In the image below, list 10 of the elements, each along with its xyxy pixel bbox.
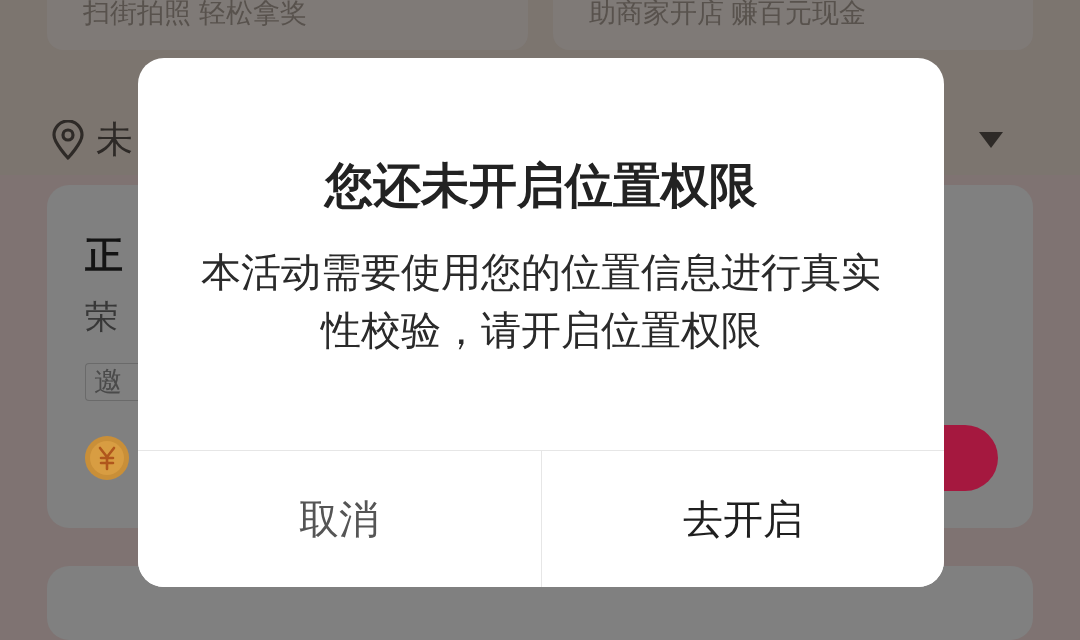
location-pin-icon <box>52 120 84 160</box>
merchant-title: 正 <box>85 232 123 277</box>
dialog-title: 您还未开启位置权限 <box>325 159 757 213</box>
dialog-message: 本活动需要使用您的位置信息进行真实性校验，请开启位置权限 <box>200 249 882 354</box>
confirm-button[interactable]: 去开启 <box>540 451 944 587</box>
caret-down-icon[interactable] <box>979 132 1003 148</box>
coin-icon <box>85 435 129 480</box>
merchant-subtitle: 荣 <box>85 296 118 337</box>
location-text: 未 <box>96 118 133 162</box>
action-button[interactable] <box>944 424 998 491</box>
